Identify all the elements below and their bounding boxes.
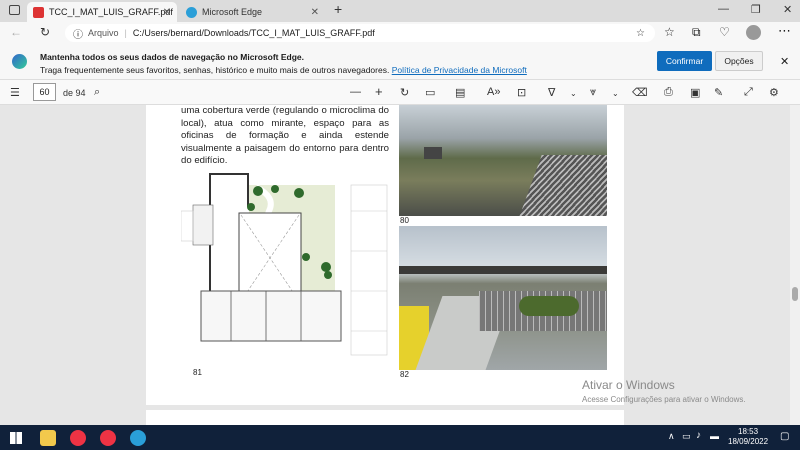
print-icon[interactable]: ⎙ [664, 86, 673, 99]
scroll-thumb[interactable] [792, 287, 798, 301]
url-field[interactable]: ⓘ Arquivo | C:/Users/bernard/Downloads/T… [65, 24, 655, 42]
more-icon[interactable]: ⋯ [778, 23, 791, 39]
activation-title: Ativar o Windows [582, 378, 675, 392]
settings-icon[interactable]: ⚙ [769, 86, 779, 99]
network-icon[interactable]: ▭ [682, 431, 691, 442]
chevron-down-icon[interactable]: ⌄ [612, 89, 619, 98]
eraser-icon[interactable]: ⌫ [632, 86, 648, 99]
back-icon[interactable]: ← [10, 25, 22, 39]
taskbar: ∧ ▭ ♪ ▬ 18:53 18/09/2022 ▢ [0, 425, 800, 450]
tab-actions-icon[interactable] [9, 5, 20, 15]
figure-number: 82 [400, 370, 409, 379]
zoom-out-icon[interactable]: — [350, 86, 361, 98]
file-label: Arquivo [88, 28, 119, 38]
maximize-icon[interactable]: ❐ [751, 3, 761, 16]
save-icon[interactable]: ▣ [690, 86, 700, 99]
highlight-icon[interactable]: ⩔ [590, 86, 596, 99]
infobar-title: Mantenha todos os seus dados de navegaçã… [40, 52, 305, 62]
close-infobar-icon[interactable]: ✕ [780, 55, 789, 68]
tab-label: TCC_I_MAT_LUIS_GRAFF.pdf [49, 7, 173, 17]
edge-icon[interactable] [130, 430, 146, 446]
favorite-add-icon[interactable]: ☆ [636, 28, 645, 39]
windows-start-icon[interactable] [10, 432, 22, 444]
search-icon[interactable]: ⌕ [94, 86, 100, 99]
close-tab-icon[interactable]: ✕ [311, 7, 319, 18]
file-explorer-icon[interactable] [40, 430, 56, 446]
zoom-in-icon[interactable]: + [375, 84, 383, 99]
fullscreen-icon[interactable]: ⤢ [744, 86, 753, 99]
tab-bar: TCC_I_MAT_LUIS_GRAFF.pdf ✕ Microsoft Edg… [0, 0, 800, 22]
photo-green-roof [399, 105, 607, 216]
url-text: C:/Users/bernard/Downloads/TCC_I_MAT_LUI… [132, 28, 375, 38]
new-tab-icon[interactable]: + [334, 1, 342, 17]
confirm-button[interactable]: Confirmar [657, 51, 712, 71]
tray-chevron-icon[interactable]: ∧ [668, 431, 675, 442]
chrome-icon[interactable] [70, 430, 86, 446]
figure-number: 80 [400, 216, 409, 225]
photo-walkway [399, 226, 607, 370]
minimize-icon[interactable]: — [718, 3, 729, 15]
figure-number: 81 [193, 368, 202, 377]
tab-label: Microsoft Edge [202, 7, 263, 17]
infobar-text: Traga frequentemente seus favoritos, sen… [40, 65, 390, 75]
close-window-icon[interactable]: ✕ [783, 3, 792, 16]
clock-date[interactable]: 18/09/2022 [728, 437, 768, 447]
info-icon: ⓘ [73, 29, 83, 41]
draw-icon[interactable]: ∇ [548, 86, 555, 99]
tab-pdf[interactable]: TCC_I_MAT_LUIS_GRAFF.pdf ✕ [27, 2, 177, 22]
privacy-link[interactable]: Política de Privacidade da Microsoft [392, 65, 527, 75]
volume-icon[interactable]: ♪ [696, 430, 701, 441]
chevron-down-icon[interactable]: ⌄ [570, 89, 577, 98]
pdf-icon [33, 6, 44, 18]
paragraph-text: uma cobertura verde (regulando o microcl… [181, 105, 389, 166]
browser-essentials-icon[interactable]: ♡ [719, 25, 730, 39]
pdf-page-next [146, 410, 624, 425]
options-button[interactable]: Opções [715, 51, 763, 71]
favorites-icon[interactable]: ☆ [664, 25, 675, 39]
table-of-contents-icon[interactable]: ☰ [10, 86, 20, 99]
collections-icon[interactable]: ⧉ [692, 25, 701, 40]
rotate-icon[interactable]: ↻ [400, 86, 409, 99]
close-tab-icon[interactable]: ✕ [163, 7, 171, 18]
activation-subtitle: Acesse Configurações para ativar o Windo… [582, 395, 746, 404]
edge-logo-icon [12, 54, 27, 69]
page-number-input[interactable]: 60 [33, 83, 56, 101]
floor-plan-image [181, 171, 390, 367]
fit-page-icon[interactable]: ▭ [425, 86, 435, 99]
notification-icon[interactable]: ▢ [780, 431, 789, 442]
tab-edge[interactable]: Microsoft Edge ✕ [180, 2, 325, 22]
read-aloud-icon[interactable]: A» [487, 86, 500, 98]
refresh-icon[interactable]: ↻ [40, 25, 50, 39]
scrollbar[interactable] [790, 105, 800, 425]
battery-icon[interactable]: ▬ [710, 431, 719, 441]
text-icon[interactable]: ⊡ [517, 86, 526, 99]
page-count: de 94 [63, 88, 86, 98]
edge-icon [186, 6, 197, 18]
address-bar: ← ↻ ⓘ Arquivo | C:/Users/bernard/Downloa… [0, 22, 800, 44]
page-view-icon[interactable]: ▤ [455, 86, 465, 99]
chrome-icon[interactable] [100, 430, 116, 446]
clock-time[interactable]: 18:53 [728, 427, 768, 437]
avatar[interactable] [746, 25, 761, 40]
save-as-icon[interactable]: ✎ [714, 86, 723, 99]
